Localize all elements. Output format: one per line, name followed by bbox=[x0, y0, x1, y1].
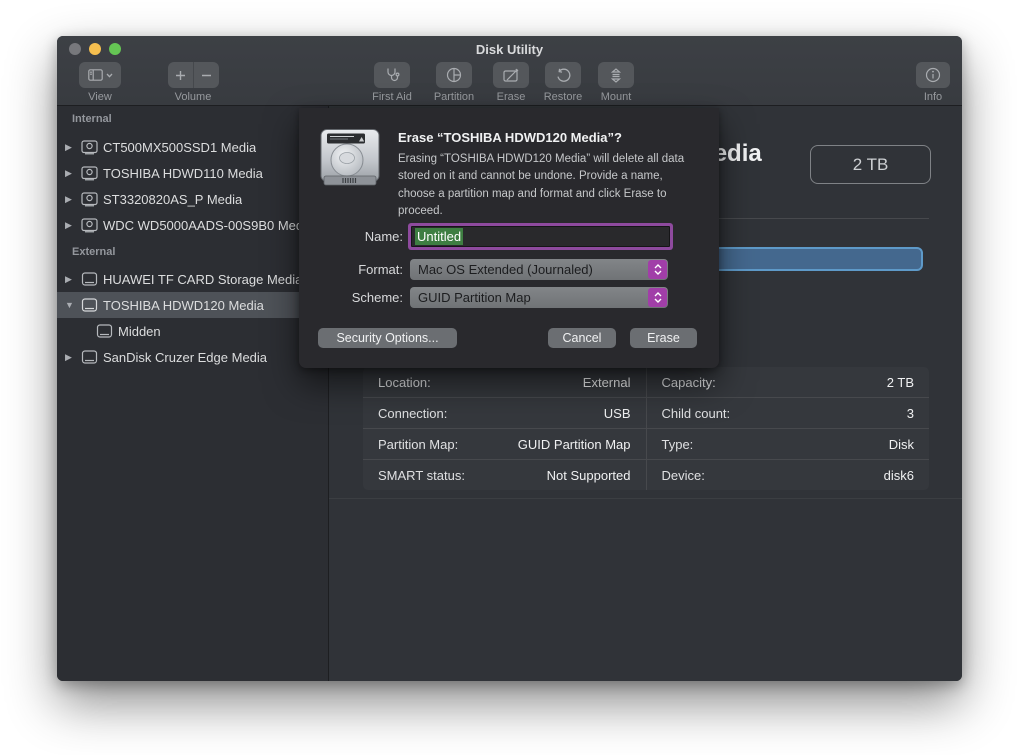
sidebar-item-disk[interactable]: ▶ ST3320820AS_P Media bbox=[57, 186, 328, 212]
info-row: Partition Map: GUID Partition Map bbox=[363, 429, 646, 460]
info-row: Capacity: 2 TB bbox=[647, 367, 930, 398]
internal-disk-icon bbox=[81, 192, 103, 207]
toolbar-group-info: Info bbox=[913, 62, 953, 103]
popup-stepper-icon bbox=[648, 288, 667, 307]
internal-disk-icon bbox=[81, 218, 103, 233]
name-input[interactable]: Untitled bbox=[411, 226, 670, 247]
external-disk-icon bbox=[81, 298, 103, 313]
disclosure-triangle-icon[interactable]: ▶ bbox=[65, 142, 81, 153]
disk-utility-window: Disk Utility View bbox=[57, 36, 962, 681]
toolbar-group-first-aid: First Aid bbox=[365, 62, 419, 103]
volume-icon bbox=[96, 324, 118, 339]
name-label: Name: bbox=[299, 229, 403, 244]
info-label: Info bbox=[913, 91, 953, 103]
security-options-button[interactable]: Security Options... bbox=[318, 328, 457, 348]
content-divider bbox=[329, 498, 962, 499]
toolbar-group-mount: Mount bbox=[593, 62, 639, 103]
restore-arrow-icon bbox=[556, 68, 571, 83]
disclosure-triangle-icon[interactable]: ▶ bbox=[65, 168, 81, 179]
hard-drive-icon bbox=[318, 128, 382, 193]
remove-volume-button[interactable] bbox=[194, 62, 219, 88]
disclosure-triangle-icon[interactable]: ▶ bbox=[65, 274, 81, 285]
scheme-label: Scheme: bbox=[299, 290, 403, 305]
info-column-left: Location: External Connection: USB Parti… bbox=[363, 367, 647, 490]
external-disk-icon bbox=[81, 350, 103, 365]
disclosure-triangle-icon[interactable]: ▼ bbox=[65, 300, 81, 310]
selected-text: Untitled bbox=[415, 228, 463, 245]
info-column-right: Capacity: 2 TB Child count: 3 Type: Disk… bbox=[647, 367, 930, 490]
first-aid-label: First Aid bbox=[365, 91, 419, 103]
sidebar-item-disk[interactable]: ▶ CT500MX500SSD1 Media bbox=[57, 134, 328, 160]
toolbar-group-erase: Erase bbox=[489, 62, 533, 103]
stethoscope-icon bbox=[384, 67, 400, 83]
view-label: View bbox=[72, 91, 128, 103]
info-row: Child count: 3 bbox=[647, 398, 930, 429]
partition-label: Partition bbox=[425, 91, 483, 103]
format-dropdown[interactable]: Mac OS Extended (Journaled) bbox=[410, 259, 668, 280]
sidebar-section-external: External bbox=[72, 246, 115, 258]
info-button[interactable] bbox=[916, 62, 950, 88]
dialog-message: Erasing “TOSHIBA HDWD120 Media” will del… bbox=[398, 151, 700, 220]
device-info-table: Location: External Connection: USB Parti… bbox=[363, 367, 929, 490]
cancel-button[interactable]: Cancel bbox=[548, 328, 616, 348]
add-volume-button[interactable] bbox=[168, 62, 194, 88]
volume-label: Volume bbox=[158, 91, 228, 103]
restore-label: Restore bbox=[537, 91, 589, 103]
sidebar-item-disk[interactable]: ▶ TOSHIBA HDWD110 Media bbox=[57, 160, 328, 186]
view-button[interactable] bbox=[79, 62, 121, 88]
disclosure-triangle-icon[interactable]: ▶ bbox=[65, 352, 81, 363]
partition-button[interactable] bbox=[436, 62, 472, 88]
sidebar-layout-icon bbox=[88, 69, 103, 81]
sidebar-item-volume[interactable]: Midden bbox=[57, 318, 328, 344]
window-title: Disk Utility bbox=[57, 42, 962, 57]
sidebar-item-disk[interactable]: ▶ HUAWEI TF CARD Storage Media bbox=[57, 266, 328, 292]
restore-button[interactable] bbox=[545, 62, 581, 88]
info-icon bbox=[925, 67, 941, 83]
sidebar: Internal ▶ CT500MX500SSD1 Media ▶ TOSHIB… bbox=[57, 106, 329, 681]
toolbar-group-partition: Partition bbox=[425, 62, 483, 103]
dialog-title: Erase “TOSHIBA HDWD120 Media”? bbox=[398, 130, 622, 145]
capacity-badge: 2 TB bbox=[810, 145, 931, 184]
mount-eject-icon bbox=[610, 68, 622, 83]
partition-pie-icon bbox=[446, 67, 462, 83]
erase-confirm-button[interactable]: Erase bbox=[630, 328, 697, 348]
external-disk-icon bbox=[81, 272, 103, 287]
mount-button[interactable] bbox=[598, 62, 634, 88]
sidebar-section-internal: Internal bbox=[72, 113, 112, 125]
screenshot-stage: Disk Utility View bbox=[0, 0, 1017, 755]
info-row: Type: Disk bbox=[647, 429, 930, 460]
info-row: Device: disk6 bbox=[647, 460, 930, 490]
first-aid-button[interactable] bbox=[374, 62, 410, 88]
internal-disk-icon bbox=[81, 166, 103, 181]
info-row: SMART status: Not Supported bbox=[363, 460, 646, 490]
scheme-dropdown[interactable]: GUID Partition Map bbox=[410, 287, 668, 308]
internal-disk-icon bbox=[81, 140, 103, 155]
mount-label: Mount bbox=[593, 91, 639, 103]
toolbar-group-view: View bbox=[72, 62, 128, 103]
disclosure-triangle-icon[interactable]: ▶ bbox=[65, 220, 81, 231]
window-chrome: Disk Utility View bbox=[57, 36, 962, 106]
sidebar-item-disk-selected[interactable]: ▼ TOSHIBA HDWD120 Media bbox=[57, 292, 328, 318]
info-row: Location: External bbox=[363, 367, 646, 398]
erase-label: Erase bbox=[489, 91, 533, 103]
format-label: Format: bbox=[299, 262, 403, 277]
info-row: Connection: USB bbox=[363, 398, 646, 429]
sidebar-item-disk[interactable]: ▶ SanDisk Cruzer Edge Media bbox=[57, 344, 328, 370]
sidebar-item-disk[interactable]: ▶ WDC WD5000AADS-00S9B0 Media bbox=[57, 212, 328, 238]
popup-stepper-icon bbox=[648, 260, 667, 279]
toolbar-group-volume: Volume bbox=[158, 62, 228, 103]
erase-tool-button[interactable] bbox=[493, 62, 529, 88]
disclosure-triangle-icon[interactable]: ▶ bbox=[65, 194, 81, 205]
erase-dialog: Erase “TOSHIBA HDWD120 Media”? Erasing “… bbox=[299, 108, 719, 368]
toolbar-group-restore: Restore bbox=[537, 62, 589, 103]
chevron-down-icon bbox=[106, 73, 113, 78]
erase-icon bbox=[503, 68, 519, 83]
